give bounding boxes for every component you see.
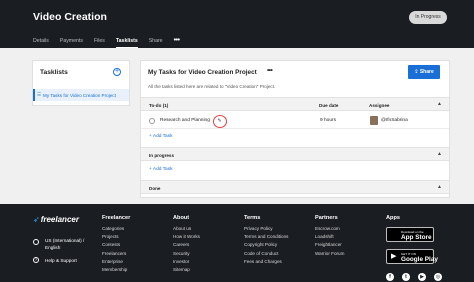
list-icon: ☰ xyxy=(37,92,42,97)
footer-link[interactable]: Enterprise xyxy=(102,258,130,266)
footer-link[interactable]: Membership xyxy=(102,266,130,274)
more-horizontal-icon[interactable]: ••• xyxy=(267,67,273,74)
plus-circle-icon[interactable]: + xyxy=(113,68,121,76)
chevron-up-icon[interactable]: ▲ xyxy=(437,184,442,190)
footer-column-apps: Apps xyxy=(386,215,400,225)
footer-link[interactable]: Fees and Charges xyxy=(244,258,288,266)
section-header-done[interactable]: Done ▲ xyxy=(141,180,449,194)
footer-column-heading: About xyxy=(173,215,190,221)
pencil-icon: ✎ xyxy=(217,118,222,124)
tasklist-title: My Tasks for Video Creation Project xyxy=(148,69,257,76)
footer-column-partners: Partners Escrow.com Loadshift Freightlan… xyxy=(315,215,344,258)
section-header-todo[interactable]: To-do (1) Due date Assignee ▲ xyxy=(141,97,449,111)
tasklist-panel: My Tasks for Video Creation Project ••• … xyxy=(140,60,450,198)
chevron-up-icon[interactable]: ▲ xyxy=(437,151,442,157)
avatar xyxy=(370,116,378,125)
google-play-button[interactable]: ▶ GET IT ON Google Play xyxy=(386,249,438,264)
footer-link[interactable]: Terms and Conditions xyxy=(244,233,288,241)
footer-link[interactable]: Security xyxy=(173,250,200,258)
language-selector[interactable]: US (International) / English xyxy=(45,238,84,251)
twitter-icon[interactable]: t xyxy=(402,273,410,281)
add-task-button[interactable]: + Add Task xyxy=(149,167,173,172)
footer-column-about: About About us How it Works Careers Secu… xyxy=(173,215,200,274)
project-header: Video Creation In Progress Details Payme… xyxy=(0,0,474,48)
add-task-label: Add Task xyxy=(152,167,173,172)
app-store-button[interactable]: Download on the App Store xyxy=(386,227,434,242)
site-footer: ➶freelancer US (International) / English… xyxy=(0,204,474,282)
add-task-button[interactable]: + Add Task xyxy=(149,134,173,139)
section-label: Done xyxy=(149,185,161,191)
globe-icon xyxy=(33,239,39,245)
tab-tasklists[interactable]: Tasklists xyxy=(115,35,138,48)
footer-column-heading: Terms xyxy=(244,215,261,221)
project-title: Video Creation xyxy=(33,11,107,23)
facebook-icon[interactable]: f xyxy=(386,273,394,281)
footer-link[interactable]: Careers xyxy=(173,241,200,249)
share-button-label: Share xyxy=(419,69,434,75)
footer-link[interactable]: Warrior Forum xyxy=(315,250,344,258)
project-tabs: Details Payments Files Tasklists Share •… xyxy=(33,35,180,48)
status-badge[interactable]: In Progress xyxy=(409,11,447,24)
chevron-up-icon[interactable]: ▲ xyxy=(437,101,442,107)
sidebar-heading: Tasklists xyxy=(40,69,68,76)
column-due-date: Due date xyxy=(319,102,339,108)
footer-link[interactable]: Sitemap xyxy=(173,266,200,274)
footer-link[interactable]: Copyright Policy xyxy=(244,241,288,249)
instagram-icon[interactable]: ◎ xyxy=(434,273,442,281)
section-label: To-do (1) xyxy=(149,102,169,108)
more-horizontal-icon[interactable]: ••• xyxy=(174,35,180,48)
footer-column-heading: Freelancer xyxy=(102,215,131,221)
language-region: US (International) / xyxy=(45,238,85,243)
footer-link[interactable]: Freelancers xyxy=(102,250,130,258)
bird-logo-icon: ➶ xyxy=(33,215,40,224)
footer-link[interactable]: Investor xyxy=(173,258,200,266)
freelancer-logo[interactable]: ➶freelancer xyxy=(33,215,79,224)
section-label: In progress xyxy=(149,152,175,158)
task-name[interactable]: Research and Planning xyxy=(160,118,210,123)
language-name: English xyxy=(45,244,61,250)
tab-share[interactable]: Share xyxy=(149,35,163,48)
app-store-label: App Store xyxy=(401,233,432,241)
footer-column-heading: Apps xyxy=(386,215,400,221)
task-due-date: 9 hours xyxy=(320,118,336,123)
sidebar-item-my-tasks[interactable]: ☰ My Tasks for Video Creation Project xyxy=(33,89,129,101)
task-complete-checkbox[interactable] xyxy=(149,118,155,124)
help-support-link[interactable]: Help & Support xyxy=(45,258,77,263)
help-icon: ? xyxy=(33,257,39,263)
footer-link[interactable]: Categories xyxy=(102,225,130,233)
tab-files[interactable]: Files xyxy=(94,35,105,48)
footer-link[interactable]: About us xyxy=(173,225,200,233)
footer-link[interactable]: Projects xyxy=(102,233,130,241)
share-button[interactable]: ⇪ Share xyxy=(408,65,440,79)
tab-payments[interactable]: Payments xyxy=(60,35,83,48)
footer-column-heading: Partners xyxy=(315,215,338,221)
google-play-icon: ▶ xyxy=(391,253,397,260)
edit-task-button[interactable]: ✎ xyxy=(213,114,227,128)
footer-link[interactable]: Freightlancer xyxy=(315,241,344,249)
section-header-in-progress[interactable]: In progress ▲ xyxy=(141,147,449,161)
footer-column-freelancer: Freelancer Categories Projects Contests … xyxy=(102,215,130,274)
google-play-label: Google Play xyxy=(401,255,438,263)
footer-column-terms: Terms Privacy Policy Terms and Condition… xyxy=(244,215,288,266)
footer-link[interactable]: How it Works xyxy=(173,233,200,241)
tasklist-subtitle: All the tasks listed here are related to… xyxy=(148,84,276,89)
footer-link[interactable]: Code of Conduct xyxy=(244,250,288,258)
footer-link[interactable]: Privacy Policy xyxy=(244,225,288,233)
footer-link[interactable]: Contests xyxy=(102,241,130,249)
footer-link[interactable]: Loadshift xyxy=(315,233,344,241)
sidebar-item-label: My Tasks for Video Creation Project xyxy=(43,92,116,98)
tab-details[interactable]: Details xyxy=(33,35,49,48)
footer-link[interactable]: Escrow.com xyxy=(315,225,344,233)
add-task-label: Add Task xyxy=(152,134,173,139)
logo-text: freelancer xyxy=(40,215,79,224)
column-assignee: Assignee xyxy=(369,102,390,108)
tasklists-sidebar: Tasklists + ☰ My Tasks for Video Creatio… xyxy=(32,60,130,106)
youtube-icon[interactable]: ▶ xyxy=(418,273,426,281)
task-assignee: @IfnSabrina xyxy=(381,118,408,123)
table-row[interactable]: Research and Planning ✎ 9 hours @IfnSabr… xyxy=(141,113,449,129)
